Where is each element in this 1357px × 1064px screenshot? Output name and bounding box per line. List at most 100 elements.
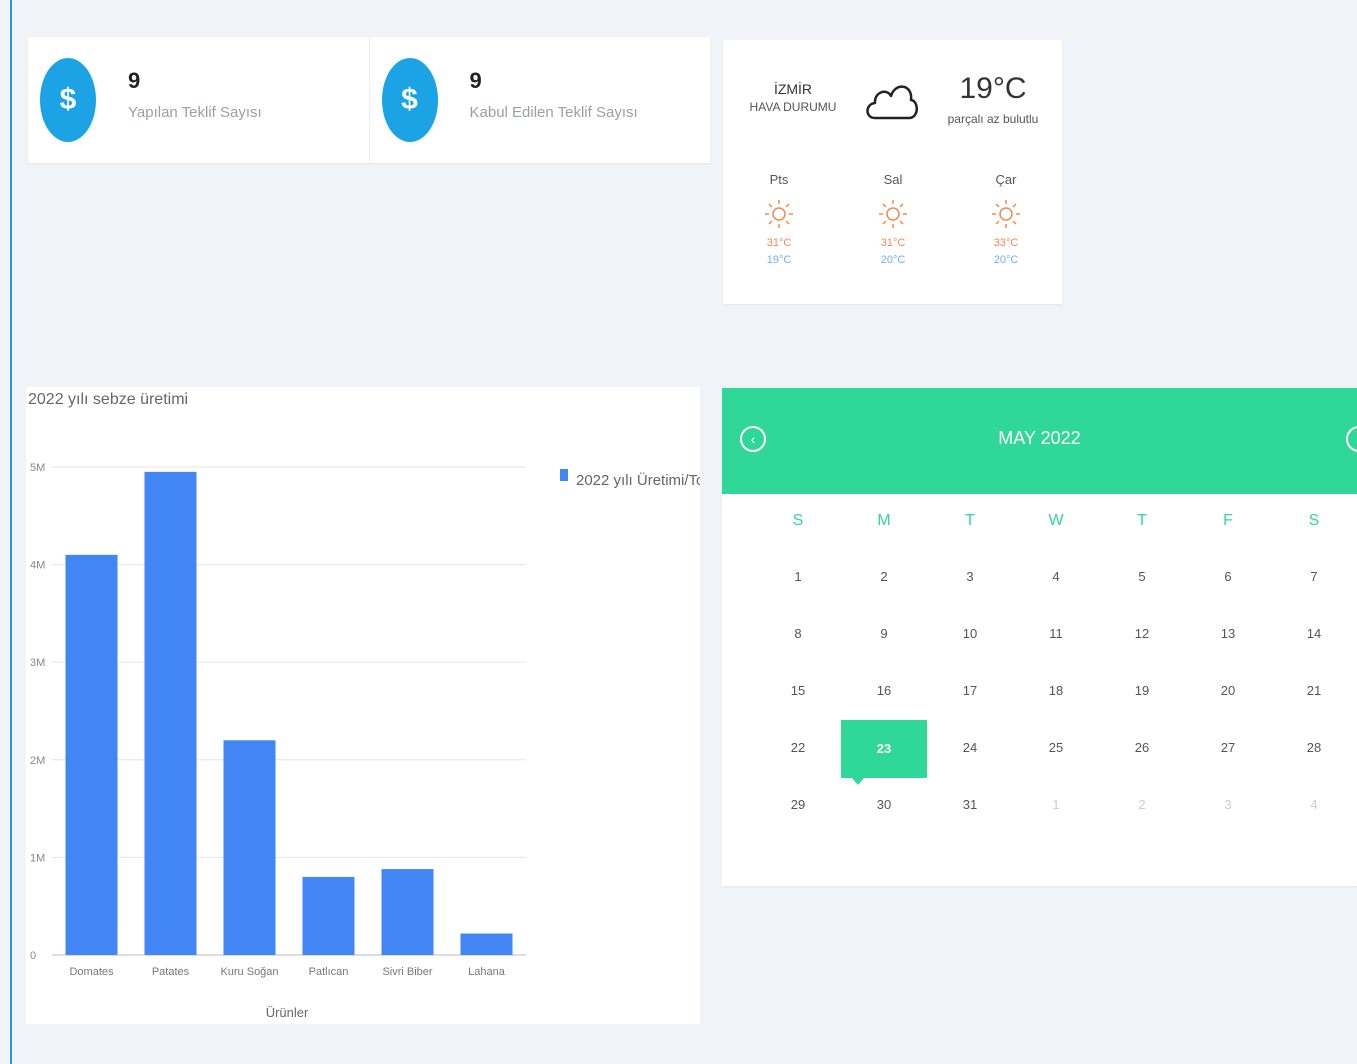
bar-chart: 0 1M 2M 3M 4M 5M Domates Patates Kuru Soğan Patlı… xyxy=(30,462,700,1020)
calendar-day[interactable]: 7 xyxy=(1271,569,1357,584)
y-tick-label: 2M xyxy=(30,755,45,767)
forecast-high: 31°C xyxy=(880,237,906,249)
y-tick-label: 1M xyxy=(30,852,45,864)
x-tick-label: Lahana xyxy=(468,966,506,978)
calendar-day[interactable]: 6 xyxy=(1185,569,1271,584)
calendar-day[interactable]: 12 xyxy=(1099,626,1185,641)
calendar-day[interactable]: 18 xyxy=(1013,683,1099,698)
stat-card-offers-made: $ 9 Yapılan Teklif Sayısı xyxy=(28,37,369,163)
calendar-day[interactable]: 19 xyxy=(1099,683,1185,698)
calendar-day[interactable]: 22 xyxy=(755,740,841,755)
dollar-icon: $ xyxy=(381,58,438,142)
calendar-day[interactable]: 15 xyxy=(755,683,841,698)
calendar-day[interactable]: 1 xyxy=(1013,797,1099,812)
weekday-header: M xyxy=(877,512,891,529)
sun-icon xyxy=(879,200,907,228)
calendar-widget: ‹ MAY 2022 › SMTWTFS12345678910111213141… xyxy=(722,388,1357,886)
forecast-day-name: Pts xyxy=(769,172,789,187)
x-tick-label: Kuru Soğan xyxy=(220,966,278,978)
dollar-icon: $ xyxy=(40,58,96,142)
x-tick-label: Domates xyxy=(69,966,114,978)
forecast-low: 20°C xyxy=(880,254,906,266)
weather-temperature: 19°C xyxy=(959,72,1027,105)
legend-label: 2022 yılı Üretimi/Ton xyxy=(576,471,700,489)
calendar-day[interactable]: 17 xyxy=(927,683,1013,698)
forecast-day: Pts 31°C 19°C xyxy=(749,172,809,269)
calendar-day[interactable]: 28 xyxy=(1271,740,1357,755)
sun-icon xyxy=(992,200,1020,228)
calendar-day[interactable]: 11 xyxy=(1013,626,1099,641)
x-axis-label: Ürünler xyxy=(266,1005,309,1020)
y-tick-label: 3M xyxy=(30,657,45,669)
calendar-day[interactable]: 16 xyxy=(841,683,927,698)
calendar-month-title: MAY 2022 xyxy=(998,428,1081,448)
today-pointer xyxy=(852,778,864,785)
calendar-day[interactable]: 8 xyxy=(755,626,841,641)
stat-label: Kabul Edilen Teklif Sayısı xyxy=(469,103,638,121)
calendar-day[interactable]: 13 xyxy=(1185,626,1271,641)
calendar-day[interactable]: 14 xyxy=(1271,626,1357,641)
calendar-day[interactable]: 4 xyxy=(1271,797,1357,812)
forecast-low: 20°C xyxy=(993,254,1019,266)
bar xyxy=(65,554,118,955)
forecast-day: Sal 31°C 20°C xyxy=(863,172,923,269)
y-tick-label: 4M xyxy=(30,560,45,572)
weekday-header: F xyxy=(1223,512,1233,529)
legend-swatch xyxy=(560,469,568,481)
x-tick-label: Sivri Biber xyxy=(382,966,432,978)
stat-label: Yapılan Teklif Sayısı xyxy=(128,103,262,121)
forecast-day-name: Çar xyxy=(995,172,1017,187)
x-tick-label: Patlıcan xyxy=(309,966,349,978)
forecast-day-name: Sal xyxy=(883,172,903,187)
sun-icon xyxy=(765,200,793,228)
calendar-day[interactable]: 3 xyxy=(927,569,1013,584)
weather-subtitle: HAVA DURUMU xyxy=(749,100,837,114)
calendar-day[interactable]: 29 xyxy=(755,797,841,812)
calendar-day[interactable]: 9 xyxy=(841,626,927,641)
weekday-header: T xyxy=(965,512,975,529)
calendar-day[interactable]: 31 xyxy=(927,797,1013,812)
calendar-day[interactable]: 25 xyxy=(1013,740,1099,755)
calendar-day[interactable]: 2 xyxy=(841,569,927,584)
calendar-day[interactable]: 3 xyxy=(1185,797,1271,812)
y-tick-label: 5M xyxy=(30,462,45,474)
y-tick-label: 0 xyxy=(30,950,36,962)
calendar-day[interactable]: 5 xyxy=(1099,569,1185,584)
cloud-icon xyxy=(866,85,918,120)
bar xyxy=(223,740,276,955)
stat-count: 9 xyxy=(469,67,482,93)
weekday-header: W xyxy=(1048,512,1064,529)
calendar-header: ‹ MAY 2022 › xyxy=(722,388,1357,494)
bar xyxy=(302,876,355,955)
left-border-accent xyxy=(10,0,12,1064)
calendar-day[interactable]: 1 xyxy=(755,569,841,584)
calendar-day[interactable]: 27 xyxy=(1185,740,1271,755)
bar xyxy=(460,933,513,955)
weather-city: İZMİR xyxy=(773,81,813,97)
calendar-day[interactable]: 21 xyxy=(1271,683,1357,698)
stat-count: 9 xyxy=(128,67,141,93)
calendar-day[interactable]: 26 xyxy=(1099,740,1185,755)
weather-widget: İZMİR HAVA DURUMU 19°C parçalı az bulutl… xyxy=(723,40,1062,304)
bar xyxy=(144,471,197,955)
calendar-day[interactable]: 24 xyxy=(927,740,1013,755)
forecast-high: 33°C xyxy=(993,237,1019,249)
calendar-day[interactable]: 2 xyxy=(1099,797,1185,812)
stat-card-offers-accepted: $ 9 Kabul Edilen Teklif Sayısı xyxy=(368,37,711,163)
production-chart-card: 2022 yılı sebze üretimi 0 1M 2M 3M 4M 5M Domat… xyxy=(26,387,700,1024)
forecast-low: 19°C xyxy=(766,254,792,266)
forecast-high: 31°C xyxy=(766,237,792,249)
weekday-header: T xyxy=(1137,512,1147,529)
bar xyxy=(381,869,434,955)
calendar-day-today[interactable]: 23 xyxy=(841,720,927,778)
calendar-day[interactable]: 4 xyxy=(1013,569,1099,584)
x-tick-label: Patates xyxy=(152,966,190,978)
forecast-day: Çar 33°C 20°C xyxy=(976,172,1036,269)
weather-description: parçalı az bulutlu xyxy=(947,112,1039,126)
calendar-day[interactable]: 30 xyxy=(841,797,927,812)
calendar-day[interactable]: 20 xyxy=(1185,683,1271,698)
stats-panel: $ 9 Yapılan Teklif Sayısı $ 9 Kabul Edil… xyxy=(28,37,710,163)
calendar-day[interactable]: 10 xyxy=(927,626,1013,641)
weekday-header: S xyxy=(792,512,804,529)
weekday-header: S xyxy=(1308,512,1320,529)
